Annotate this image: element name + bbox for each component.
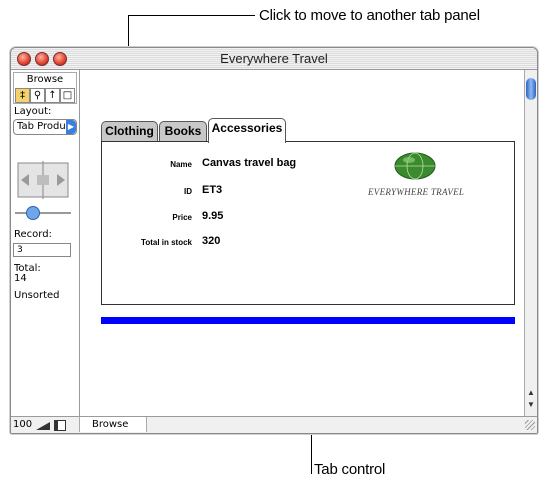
layout-content: Clothing Books Accessories Name Canvas t…: [80, 70, 524, 416]
record-navigation-book-icon[interactable]: [17, 159, 69, 201]
tab-clothing[interactable]: Clothing: [101, 121, 158, 142]
scroll-up-arrow-icon[interactable]: ▲: [527, 388, 535, 397]
tab-panel: Name Canvas travel bag ID ET3 Price 9.95…: [101, 141, 515, 305]
layout-label: Layout:: [14, 106, 52, 117]
name-field-label: Name: [170, 160, 192, 169]
tab-control-bar: [101, 317, 515, 324]
scroll-down-arrow-icon[interactable]: ▼: [527, 400, 535, 409]
preview-tool-icon[interactable]: □: [60, 88, 75, 103]
price-field-label: Price: [172, 213, 192, 222]
stock-field-value[interactable]: 320: [202, 235, 220, 247]
sort-tool-icon[interactable]: ↑: [45, 88, 60, 103]
mode-label: Browse: [26, 74, 64, 85]
window-title: Everywhere Travel: [220, 51, 328, 66]
name-field-value[interactable]: Canvas travel bag: [202, 157, 296, 169]
status-sidebar: Browse ‡ ⚲ ↑ □ Layout: Tab Produ ▶ Recor…: [11, 70, 80, 416]
stock-field-label: Total in stock: [141, 238, 192, 247]
callout-top-line-h: [128, 15, 255, 16]
price-field-value[interactable]: 9.95: [202, 210, 223, 222]
tab-books[interactable]: Books: [159, 121, 207, 142]
record-label: Record:: [14, 229, 52, 240]
find-tool-icon[interactable]: ⚲: [30, 88, 45, 103]
zoom-level[interactable]: 100: [13, 419, 32, 430]
resize-grip-icon[interactable]: [525, 420, 535, 430]
mode-panel: Browse ‡ ⚲ ↑ □: [13, 72, 77, 104]
record-number-field[interactable]: 3: [13, 243, 71, 257]
company-logo-text: EVERYWHERE TRAVEL: [368, 187, 465, 197]
status-toggle-icon[interactable]: [54, 420, 66, 431]
scroll-thumb[interactable]: [526, 78, 536, 100]
chevron-right-icon: ▶: [66, 120, 76, 134]
id-field-label: ID: [184, 187, 192, 196]
callout-top-text: Click to move to another tab panel: [259, 7, 480, 24]
callout-bottom-text: Tab control: [314, 461, 386, 478]
title-bar[interactable]: Everywhere Travel: [11, 48, 537, 70]
id-field-value[interactable]: ET3: [202, 184, 222, 196]
app-window: Everywhere Travel Browse ‡ ⚲ ↑ □ Layout:…: [10, 47, 538, 434]
layout-popup[interactable]: Tab Produ ▶: [13, 119, 77, 135]
status-bar: 100 Browse: [11, 416, 537, 433]
layout-popup-value: Tab Produ: [17, 121, 65, 132]
sort-status: Unsorted: [14, 290, 60, 301]
record-slider-knob[interactable]: [26, 206, 40, 220]
globe-logo-icon: [394, 152, 436, 180]
record-slider-track[interactable]: [15, 212, 71, 214]
mode-display-text: Browse: [92, 419, 129, 430]
browse-tool-icon[interactable]: ‡: [15, 88, 30, 103]
tab-accessories[interactable]: Accessories: [208, 118, 286, 143]
mode-display[interactable]: Browse: [79, 417, 147, 432]
total-value: 14: [14, 273, 27, 284]
vertical-scrollbar[interactable]: ▲ ▼: [524, 70, 537, 416]
zoom-control-icon[interactable]: [36, 422, 50, 430]
